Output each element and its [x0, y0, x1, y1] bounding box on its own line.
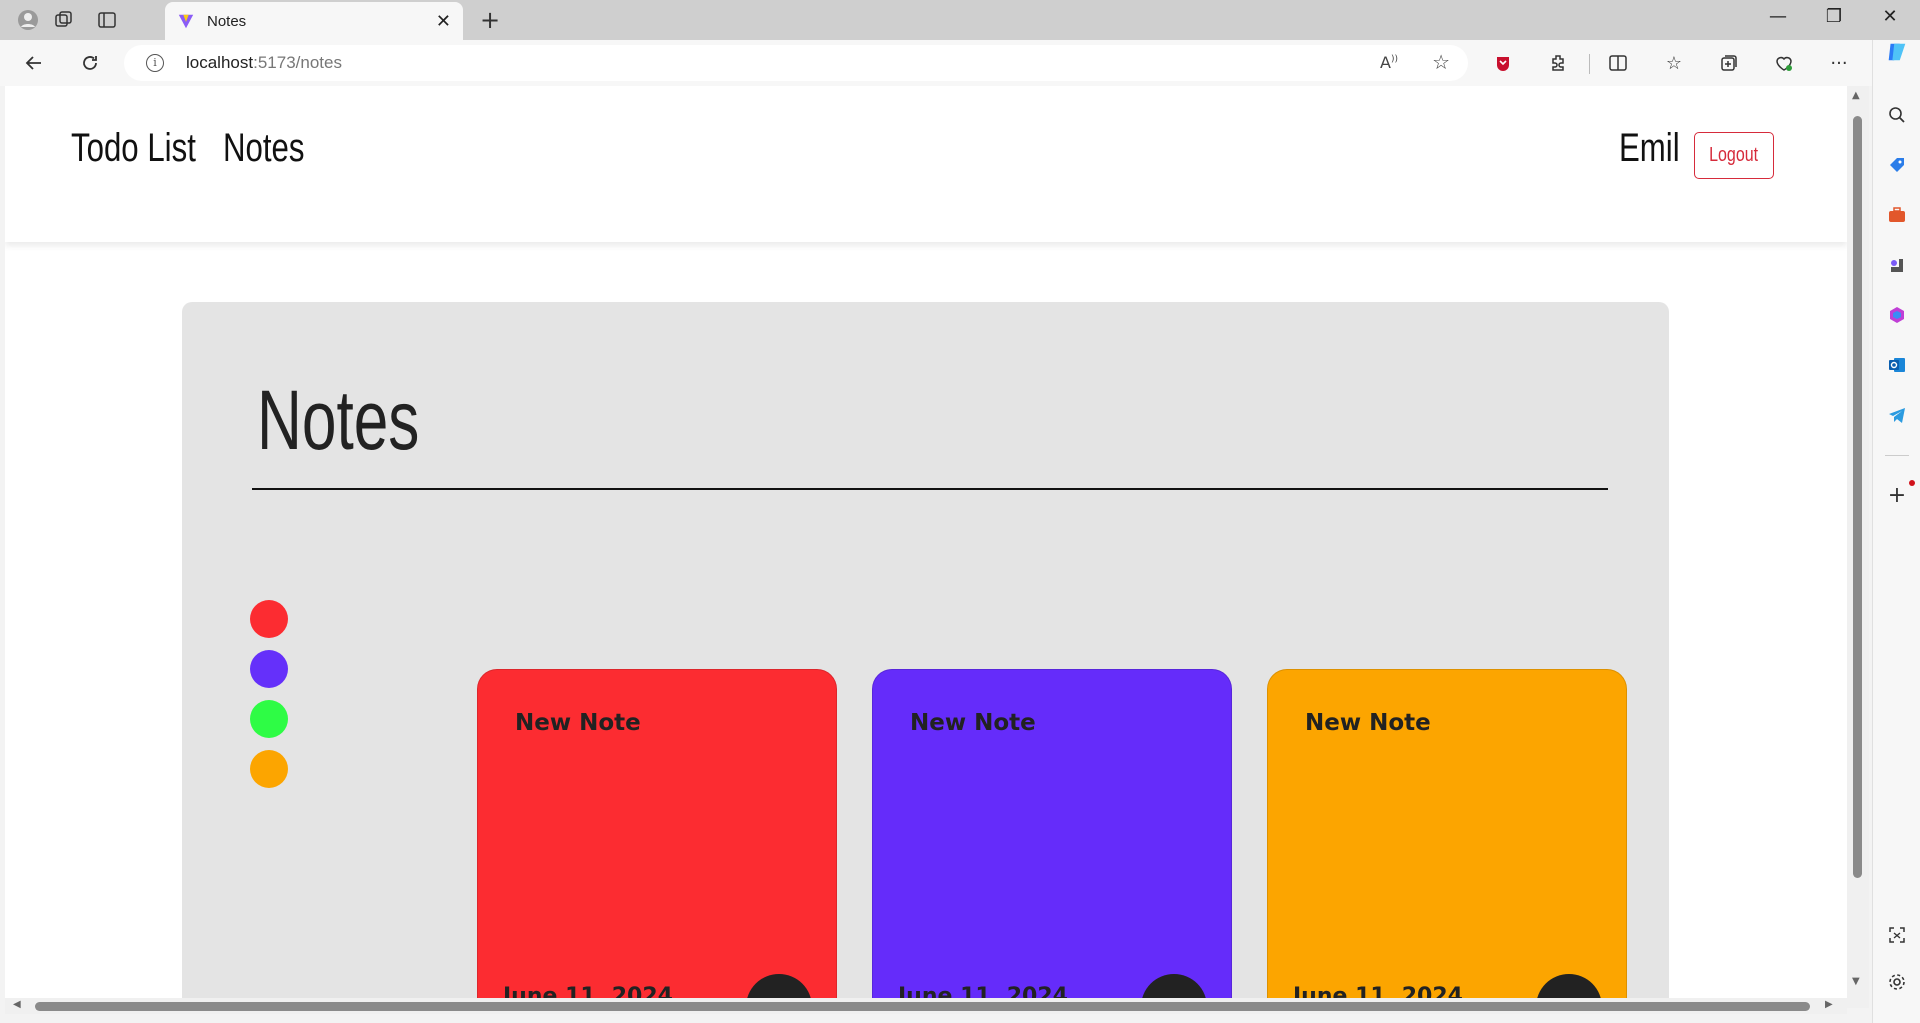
edge-sidebar: + [1872, 40, 1920, 1023]
browser-toolbar: i localhost:5173/notes A)) ☆ ☆ ··· [0, 40, 1920, 86]
close-tab-icon[interactable]: ✕ [436, 11, 451, 32]
color-picker-orange[interactable] [250, 750, 288, 788]
scroll-down-icon[interactable]: ▼ [1852, 976, 1860, 987]
tab-notes[interactable]: Notes ✕ [165, 2, 463, 40]
settings-gear-icon[interactable] [1885, 970, 1909, 994]
scroll-right-icon[interactable]: ▶ [1825, 999, 1833, 1010]
color-picker-green[interactable] [250, 700, 288, 738]
nav-link-notes[interactable]: Notes [223, 126, 305, 171]
app-navbar: Todo List Notes Emil Logout [5, 86, 1847, 242]
page-title: Notes [257, 373, 420, 467]
favorites-icon[interactable]: ☆ [1661, 50, 1687, 76]
note-title[interactable]: New Note [910, 710, 1036, 736]
page-viewport: Todo List Notes Emil Logout Notes New No… [5, 86, 1847, 1008]
shopping-tag-icon[interactable] [1885, 153, 1909, 177]
profile-icon[interactable] [16, 8, 40, 32]
extensions-icon[interactable] [1545, 50, 1571, 76]
sidebar-separator [1885, 455, 1909, 456]
workspaces-icon[interactable] [52, 8, 76, 32]
collections-icon[interactable] [1716, 50, 1742, 76]
note-card[interactable]: New Note June 11, 2024 [872, 669, 1232, 1008]
note-title[interactable]: New Note [515, 710, 641, 736]
toolbar-separator [1589, 54, 1590, 74]
title-divider [252, 488, 1608, 490]
more-menu-icon[interactable]: ··· [1826, 50, 1852, 76]
back-icon[interactable] [21, 50, 47, 76]
scroll-up-icon[interactable]: ▲ [1852, 90, 1860, 101]
split-screen-icon[interactable] [1605, 50, 1631, 76]
tab-actions-icon[interactable] [95, 8, 119, 32]
nav-link-todo-list[interactable]: Todo List [71, 126, 196, 171]
refresh-icon[interactable] [77, 50, 103, 76]
vite-favicon-icon [178, 14, 194, 29]
mcafee-extension-icon[interactable] [1490, 50, 1516, 76]
read-aloud-icon[interactable]: A)) [1380, 53, 1398, 72]
add-sidebar-app-icon[interactable]: + [1885, 483, 1909, 508]
new-tab-button[interactable]: + [480, 6, 500, 34]
notification-dot [1909, 480, 1915, 486]
logout-button[interactable]: Logout [1694, 132, 1774, 179]
scroll-left-icon[interactable]: ◀ [13, 999, 21, 1010]
horizontal-scroll-thumb[interactable] [35, 1002, 1810, 1011]
vertical-scrollbar[interactable]: ▲ ▼ [1847, 86, 1869, 1008]
browser-essentials-icon[interactable] [1771, 50, 1797, 76]
note-title[interactable]: New Note [1305, 710, 1431, 736]
window-close-icon[interactable]: ✕ [1878, 6, 1902, 27]
telegram-icon[interactable] [1885, 403, 1909, 427]
username: Emil [1619, 126, 1680, 170]
horizontal-scrollbar[interactable]: ◀ ▶ [5, 998, 1847, 1014]
screenshot-icon[interactable] [1885, 923, 1909, 947]
games-icon[interactable] [1885, 253, 1909, 277]
note-card[interactable]: New Note June 11, 2024 [477, 669, 837, 1008]
site-info-icon[interactable]: i [146, 54, 164, 72]
tab-title: Notes [207, 12, 247, 30]
vertical-scroll-thumb[interactable] [1853, 116, 1862, 878]
outlook-icon[interactable] [1885, 353, 1909, 377]
note-card[interactable]: New Note June 11, 2024 [1267, 669, 1627, 1008]
restore-icon[interactable]: ❐ [1822, 6, 1846, 27]
tools-briefcase-icon[interactable] [1885, 203, 1909, 227]
address-bar[interactable]: i localhost:5173/notes A)) ☆ [124, 45, 1468, 81]
search-icon[interactable] [1885, 103, 1909, 127]
copilot-icon[interactable] [1885, 40, 1909, 64]
color-picker-red[interactable] [250, 600, 288, 638]
browser-tab-bar: Notes ✕ + — ❐ ✕ [0, 0, 1920, 40]
url-text[interactable]: localhost:5173/notes [186, 53, 342, 73]
notes-panel: Notes New Note June 11, 2024 New Note Ju… [182, 302, 1669, 1008]
color-picker-purple[interactable] [250, 650, 288, 688]
favorite-star-icon[interactable]: ☆ [1432, 50, 1450, 74]
minimize-icon[interactable]: — [1766, 6, 1790, 27]
microsoft365-icon[interactable] [1885, 303, 1909, 327]
